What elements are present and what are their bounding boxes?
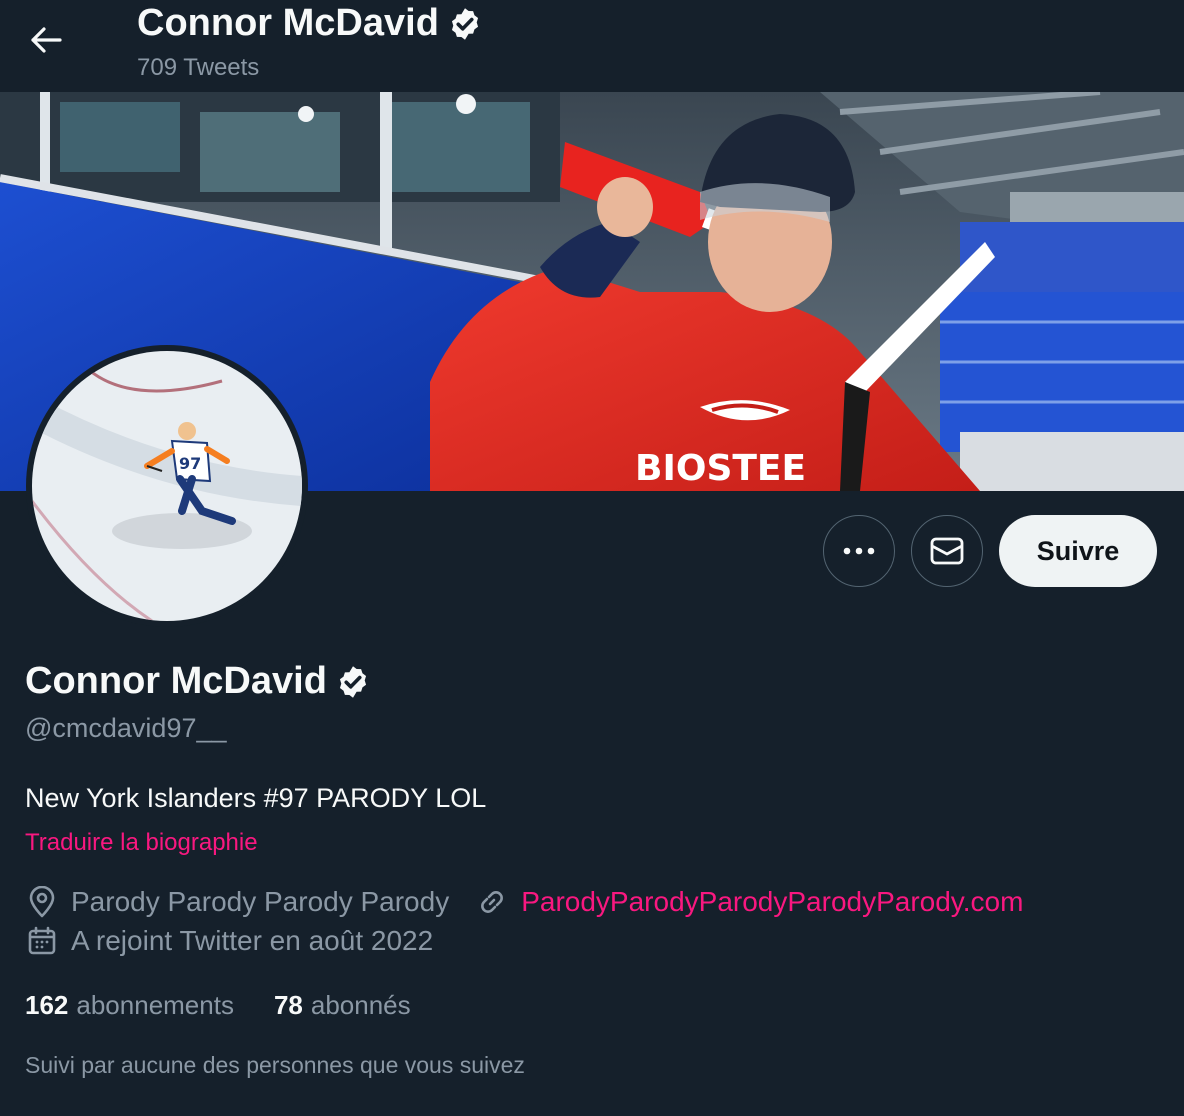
avatar-image: 97 [32, 351, 302, 621]
verified-badge-icon[interactable] [335, 664, 371, 700]
svg-text:BIOSTEE: BIOSTEE [635, 448, 806, 489]
back-button[interactable] [18, 14, 74, 66]
following-count: 162 [25, 990, 69, 1020]
website-link[interactable]: ParodyParodyParodyParodyParody.com [521, 886, 1023, 918]
top-bar: Connor McDavid 709 Tweets [0, 0, 1184, 92]
following-label: abonnements [76, 990, 234, 1020]
followers-link[interactable]: 78 abonnés [274, 990, 411, 1021]
profile-handle: @cmcdavid97__ [25, 713, 227, 743]
followers-count: 78 [273, 990, 303, 1020]
link-icon [481, 891, 504, 913]
verified-badge-icon [451, 7, 478, 40]
website-item: ParodyParodyParodyParodyParody.com [477, 886, 1023, 918]
followers-label: abonnés [310, 990, 411, 1020]
header-name: Connor McDavid [137, 2, 439, 44]
location-item: Parody Parody Parody Parody [27, 886, 449, 918]
envelope-icon [930, 537, 964, 565]
message-button[interactable] [911, 515, 983, 587]
profile-name-text: Connor McDavid [25, 660, 327, 702]
profile-bio: New York Islanders #97 PARODY LOL [25, 783, 487, 813]
location-text: Parody Parody Parody Parody [71, 886, 450, 917]
joined-text: A rejoint Twitter en août 2022 [71, 925, 434, 956]
profile-avatar[interactable]: 97 [26, 345, 308, 627]
profile-page: Connor McDavid 709 Tweets BIOSTEE 97 Sui… [0, 0, 1184, 1116]
svg-text:97: 97 [179, 454, 201, 473]
more-dots-icon [843, 547, 875, 555]
follow-button[interactable]: Suivre [999, 515, 1157, 587]
more-button[interactable] [823, 515, 895, 587]
map-pin-icon [29, 886, 55, 918]
joined-item: A rejoint Twitter en août 2022 [27, 925, 433, 957]
translate-bio-link[interactable]: Traduire la biographie [25, 829, 258, 857]
profile-meta-row-joined: A rejoint Twitter en août 2022 [27, 925, 433, 957]
calendar-icon [28, 926, 56, 955]
followed-by-text: Suivi par aucune des personnes que vous … [25, 1052, 525, 1078]
profile-meta-row: Parody Parody Parody Parody ParodyParody… [27, 886, 1023, 918]
follow-stats: 162 abonnements 78 abonnés [25, 990, 411, 1021]
following-link[interactable]: 162 abonnements [25, 990, 234, 1021]
tweet-count: 709 Tweets [137, 54, 260, 81]
header-title: Connor McDavid [137, 2, 483, 45]
profile-name: Connor McDavid [25, 660, 371, 703]
arrow-left-icon [31, 27, 62, 53]
